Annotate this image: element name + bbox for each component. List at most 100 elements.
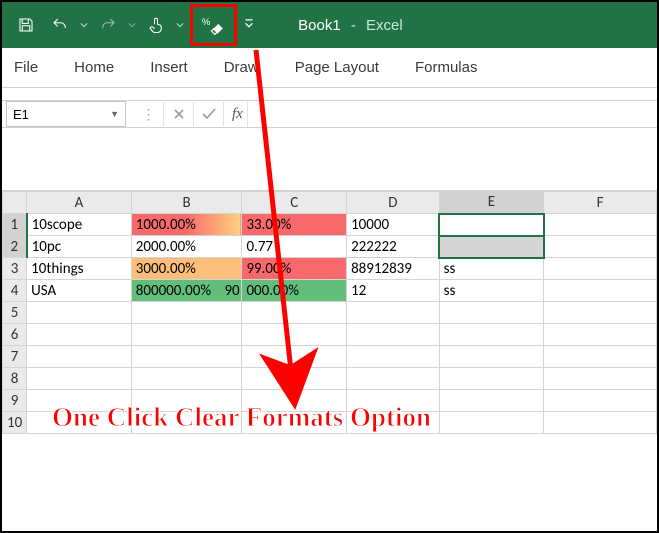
row-header-10[interactable]: 10 — [3, 412, 27, 434]
undo-dropdown[interactable] — [78, 8, 90, 42]
cell-c2[interactable]: 0.77 — [242, 236, 347, 258]
col-header-b[interactable]: B — [131, 192, 242, 214]
touch-dropdown[interactable] — [174, 8, 186, 42]
cell-d3[interactable]: 88912839 — [347, 258, 440, 280]
cell[interactable] — [131, 346, 242, 368]
col-header-e[interactable]: E — [439, 192, 544, 214]
cell-c4[interactable]: 90000.00% — [242, 280, 347, 302]
cell[interactable] — [439, 412, 544, 434]
row-header-1[interactable]: 1 — [3, 214, 27, 236]
save-button[interactable] — [10, 8, 42, 42]
cell[interactable] — [27, 346, 132, 368]
clear-formats-button[interactable]: % — [194, 8, 234, 42]
cell-d4[interactable]: 12 — [347, 280, 440, 302]
cell[interactable] — [544, 390, 657, 412]
cell[interactable] — [347, 302, 440, 324]
cell[interactable] — [544, 324, 657, 346]
tab-page-layout[interactable]: Page Layout — [291, 51, 383, 84]
cell-f3[interactable] — [544, 258, 657, 280]
chevron-down-icon: ▼ — [110, 109, 119, 119]
grid[interactable]: A B C D E F 1 10scope 1000.00% 33.00% 10… — [2, 191, 657, 434]
window-title: Book1 - Excel — [298, 17, 403, 34]
cell[interactable] — [242, 368, 347, 390]
redo-button[interactable] — [92, 8, 124, 42]
name-box[interactable]: E1 ▼ — [6, 101, 126, 127]
customize-qat-button[interactable] — [239, 8, 259, 42]
touch-mode-button[interactable] — [140, 8, 172, 42]
cell-d2[interactable]: 222222 — [347, 236, 440, 258]
col-header-a[interactable]: A — [27, 192, 132, 214]
cell[interactable] — [439, 390, 544, 412]
undo-button[interactable] — [44, 8, 76, 42]
cell[interactable] — [131, 324, 242, 346]
row-header-5[interactable]: 5 — [3, 302, 27, 324]
cell[interactable] — [242, 302, 347, 324]
cell-a3[interactable]: 10things — [27, 258, 132, 280]
cell-e2[interactable] — [439, 236, 544, 258]
tab-draw[interactable]: Draw — [220, 51, 263, 84]
name-box-value: E1 — [13, 107, 29, 122]
svg-text:%: % — [202, 16, 211, 27]
cell[interactable] — [544, 302, 657, 324]
cell[interactable] — [242, 324, 347, 346]
chevron-down-icon — [128, 21, 136, 29]
save-icon — [17, 16, 35, 34]
cell[interactable] — [439, 346, 544, 368]
cell-e1[interactable] — [439, 214, 544, 236]
cell-a2[interactable]: 10pc — [27, 236, 132, 258]
col-header-c[interactable]: C — [242, 192, 347, 214]
cell-b3[interactable]: 3000.00% — [131, 258, 242, 280]
cell[interactable] — [439, 324, 544, 346]
fx-label[interactable]: fx — [232, 106, 243, 123]
row-header-3[interactable]: 3 — [3, 258, 27, 280]
tab-home[interactable]: Home — [70, 51, 118, 84]
row-header-9[interactable]: 9 — [3, 390, 27, 412]
cell[interactable] — [27, 324, 132, 346]
cell-c3[interactable]: 99.00% — [242, 258, 347, 280]
cell[interactable] — [347, 346, 440, 368]
cell[interactable] — [27, 302, 132, 324]
formula-input[interactable] — [247, 101, 657, 127]
chevron-down-icon — [80, 21, 88, 29]
tab-insert[interactable]: Insert — [146, 51, 192, 84]
cell[interactable] — [131, 368, 242, 390]
row-header-4[interactable]: 4 — [3, 280, 27, 302]
app-name: Excel — [366, 17, 403, 34]
enter-button[interactable] — [194, 102, 224, 126]
cell[interactable] — [544, 412, 657, 434]
cell-d1[interactable]: 10000 — [347, 214, 440, 236]
select-all-corner[interactable] — [3, 192, 27, 214]
quick-access-toolbar: % — [10, 4, 259, 46]
redo-dropdown[interactable] — [126, 8, 138, 42]
cell[interactable] — [544, 368, 657, 390]
cell-a1[interactable]: 10scope — [27, 214, 132, 236]
ribbon-gap — [2, 128, 657, 191]
cell-b2[interactable]: 2000.00% — [131, 236, 242, 258]
cell[interactable] — [439, 302, 544, 324]
row-header-7[interactable]: 7 — [3, 346, 27, 368]
cell-f4[interactable] — [544, 280, 657, 302]
formula-bar: E1 ▼ ⋮ fx — [2, 100, 657, 128]
tab-file[interactable]: File — [10, 51, 42, 84]
cell-c1[interactable]: 33.00% — [242, 214, 347, 236]
cell-e4[interactable]: ss — [439, 280, 544, 302]
cell[interactable] — [439, 368, 544, 390]
cell[interactable] — [544, 346, 657, 368]
cell[interactable] — [242, 346, 347, 368]
col-header-f[interactable]: F — [544, 192, 657, 214]
cell[interactable] — [27, 368, 132, 390]
cell[interactable] — [347, 368, 440, 390]
cell-a4[interactable]: USA — [27, 280, 132, 302]
tab-formulas[interactable]: Formulas — [411, 51, 482, 84]
row-header-6[interactable]: 6 — [3, 324, 27, 346]
cancel-button[interactable] — [164, 102, 194, 126]
cell-e3[interactable]: ss — [439, 258, 544, 280]
cell-f1[interactable] — [544, 214, 657, 236]
cell-b1[interactable]: 1000.00% — [131, 214, 242, 236]
row-header-8[interactable]: 8 — [3, 368, 27, 390]
row-header-2[interactable]: 2 — [3, 236, 27, 258]
cell[interactable] — [131, 302, 242, 324]
cell[interactable] — [347, 324, 440, 346]
col-header-d[interactable]: D — [347, 192, 440, 214]
cell-f2[interactable] — [544, 236, 657, 258]
